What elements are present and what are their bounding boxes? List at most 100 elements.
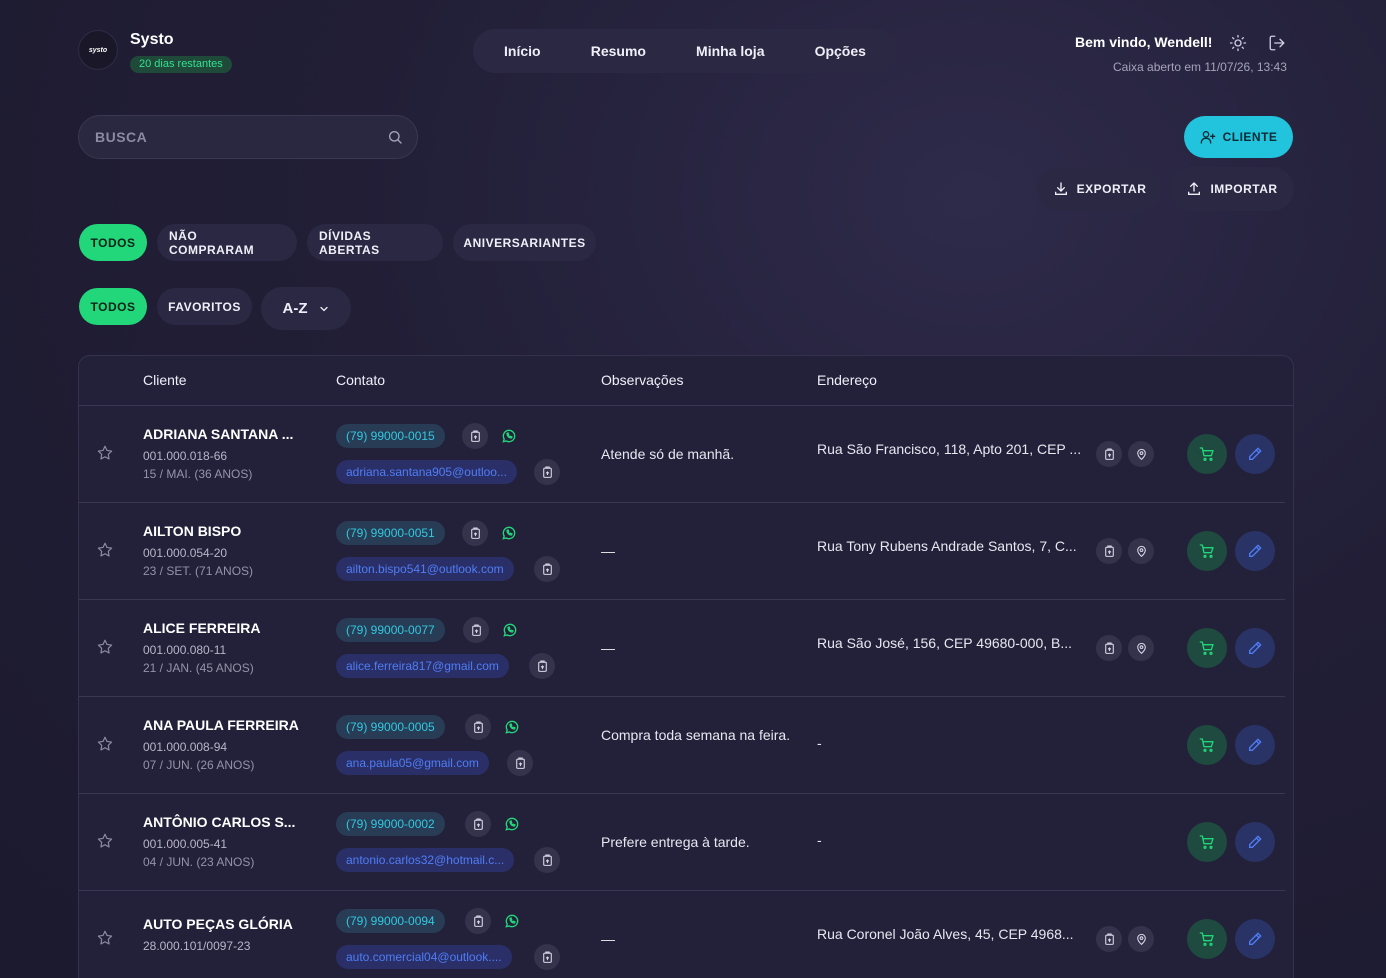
favorite-star-icon[interactable] [96,735,114,753]
copy-email-icon[interactable] [534,459,560,485]
favorite-star-icon[interactable] [96,832,114,850]
new-sale-cart-button[interactable] [1187,434,1227,474]
email-pill[interactable]: alice.ferreira817@gmail.com [336,654,509,678]
favorite-star-icon[interactable] [96,929,114,947]
nav-minha-loja[interactable]: Minha loja [686,37,774,65]
trial-badge: 20 dias restantes [130,56,232,73]
search-box [78,115,418,159]
nav-resumo[interactable]: Resumo [581,37,656,65]
client-name[interactable]: ANTÔNIO CARLOS S... [143,814,295,830]
header-observacoes: Observações [601,372,684,388]
email-pill[interactable]: antonio.carlos32@hotmail.c... [336,848,515,872]
new-sale-cart-button[interactable] [1187,628,1227,668]
copy-email-icon[interactable] [534,847,560,873]
client-name[interactable]: AILTON BISPO [143,523,241,539]
phone-pill[interactable]: (79) 99000-0077 [336,618,445,642]
copy-phone-icon[interactable] [463,617,489,643]
copy-phone-icon[interactable] [462,423,488,449]
exportar-button[interactable]: EXPORTAR [1037,167,1162,211]
email-pill[interactable]: adriana.santana905@outloo... [336,460,517,484]
copy-address-icon[interactable] [1096,926,1122,952]
nav-inicio[interactable]: Início [494,37,551,65]
email-pill[interactable]: ana.paula05@gmail.com [336,751,489,775]
sort-label: A-Z [282,300,308,317]
copy-address-icon[interactable] [1096,538,1122,564]
search-input[interactable] [95,129,387,145]
favorite-star-icon[interactable] [96,444,114,462]
copy-email-icon[interactable] [534,556,560,582]
client-birthday: 21 / JAN. (45 ANOS) [143,661,254,675]
client-observation: — [601,640,615,656]
favorite-star-icon[interactable] [96,638,114,656]
filter-aniversariantes[interactable]: ANIVERSARIANTES [453,224,596,261]
nav-opcoes[interactable]: Opções [805,37,876,65]
client-address: Rua Tony Rubens Andrade Santos, 7, C... [817,538,1077,554]
copy-address-icon[interactable] [1096,635,1122,661]
whatsapp-icon[interactable] [496,520,522,546]
add-cliente-button[interactable]: CLIENTE [1184,116,1293,158]
edit-client-button[interactable] [1235,919,1275,959]
client-address: Rua Coronel João Alves, 45, CEP 4968... [817,926,1074,942]
copy-phone-icon[interactable] [465,908,491,934]
client-birthday: 15 / MAI. (36 ANOS) [143,467,253,481]
new-sale-cart-button[interactable] [1187,531,1227,571]
client-birthday: 07 / JUN. (26 ANOS) [143,758,255,772]
phone-pill[interactable]: (79) 99000-0002 [336,812,445,836]
map-pin-icon[interactable] [1128,441,1154,467]
edit-client-button[interactable] [1235,628,1275,668]
edit-client-button[interactable] [1235,725,1275,765]
phone-pill[interactable]: (79) 99000-0005 [336,715,445,739]
new-sale-cart-button[interactable] [1187,725,1227,765]
map-pin-icon[interactable] [1128,926,1154,952]
edit-client-button[interactable] [1235,434,1275,474]
copy-phone-icon[interactable] [465,811,491,837]
new-sale-cart-button[interactable] [1187,919,1227,959]
copy-email-icon[interactable] [534,944,560,970]
phone-pill[interactable]: (79) 99000-0015 [336,424,445,448]
filter-todos[interactable]: TODOS [79,224,147,261]
search-icon[interactable] [387,129,403,145]
email-pill[interactable]: auto.comercial04@outlook.... [336,945,512,969]
email-pill[interactable]: ailton.bispo541@outlook.com [336,557,514,581]
copy-email-icon[interactable] [507,750,533,776]
sort-select[interactable]: A-Z [261,287,351,330]
phone-pill[interactable]: (79) 99000-0094 [336,909,445,933]
whatsapp-icon[interactable] [499,908,525,934]
logout-icon[interactable] [1268,34,1286,52]
whatsapp-icon[interactable] [499,714,525,740]
new-sale-cart-button[interactable] [1187,822,1227,862]
client-name[interactable]: ALICE FERREIRA [143,620,260,636]
brand-logo[interactable]: systo [78,30,118,70]
client-name[interactable]: ANA PAULA FERREIRA [143,717,299,733]
filter-dividas-abertas[interactable]: DÍVIDAS ABERTAS [307,224,443,261]
main-nav: Início Resumo Minha loja Opções [473,29,897,73]
header-contato: Contato [336,372,386,388]
group-favoritos[interactable]: FAVORITOS [157,288,252,325]
copy-email-icon[interactable] [529,653,555,679]
client-observation: Prefere entrega à tarde. [601,834,750,850]
client-address: - [817,735,822,751]
sun-icon[interactable] [1229,34,1247,52]
copy-phone-icon[interactable] [465,714,491,740]
group-todos[interactable]: TODOS [79,288,147,325]
importar-button[interactable]: IMPORTAR [1170,167,1294,211]
whatsapp-icon[interactable] [499,811,525,837]
download-icon [1054,182,1067,195]
whatsapp-icon[interactable] [496,423,522,449]
phone-pill[interactable]: (79) 99000-0051 [336,521,445,545]
client-observation: Compra toda semana na feira. [601,727,791,743]
client-document: 28.000.101/0097-23 [143,939,251,953]
map-pin-icon[interactable] [1128,635,1154,661]
client-address: Rua São Francisco, 118, Apto 201, CEP ..… [817,441,1082,457]
favorite-star-icon[interactable] [96,541,114,559]
client-name[interactable]: ADRIANA SANTANA ... [143,426,293,442]
copy-address-icon[interactable] [1096,441,1122,467]
edit-client-button[interactable] [1235,822,1275,862]
whatsapp-icon[interactable] [497,617,523,643]
client-observation: — [601,543,615,559]
filter-nao-compraram[interactable]: NÃO COMPRARAM [157,224,297,261]
copy-phone-icon[interactable] [462,520,488,546]
client-name[interactable]: AUTO PEÇAS GLÓRIA [143,916,293,932]
map-pin-icon[interactable] [1128,538,1154,564]
edit-client-button[interactable] [1235,531,1275,571]
